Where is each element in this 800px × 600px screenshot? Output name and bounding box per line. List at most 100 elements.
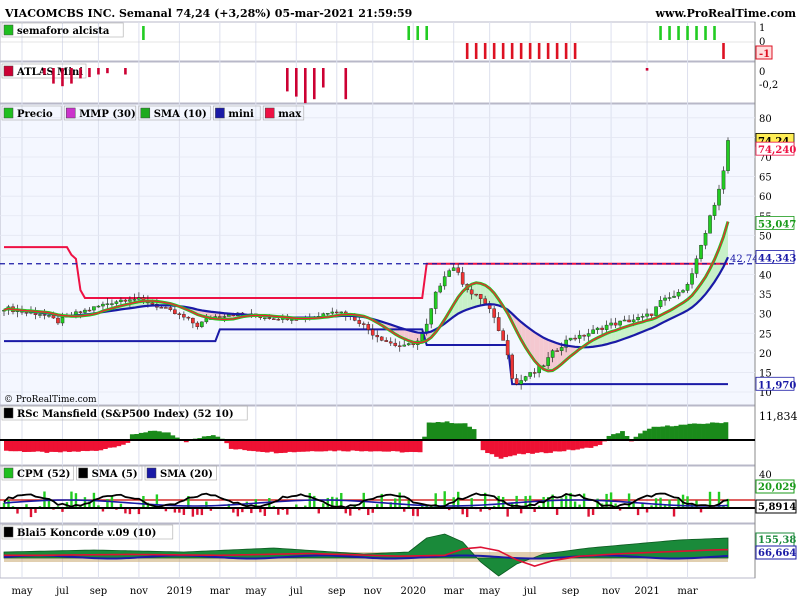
atlas-bar [344,68,348,100]
candle-body [685,284,690,291]
atlas-bar [294,68,298,97]
atlas-bar [645,68,649,71]
x-tick-label: mar [677,586,697,597]
candle-body [460,272,465,285]
value-badge-label: 74,240 [758,145,796,156]
cpm-bar [398,492,401,508]
atlas-bar [61,68,64,87]
mansfield-bar [530,440,535,454]
candle-body [456,267,460,273]
candle-body [636,317,640,321]
y-tick-label: 65 [759,173,772,184]
candle-body [514,378,519,385]
candle-body [582,334,586,337]
mansfield-bar [471,429,477,440]
candle-body [717,188,721,206]
candle-body [182,314,186,318]
x-tick-label: nov [130,586,148,597]
semaforo-red-bar [519,43,523,59]
mansfield-bar [651,426,657,440]
candle-body [694,258,699,274]
candle-body [690,273,694,285]
mansfield-bar [8,440,14,452]
candle-body [105,303,110,305]
mansfield-bar [467,426,472,440]
y-tick-label: 25 [759,329,772,340]
legend-label: Blai5 Koncorde v.09 (10) [17,528,156,539]
mansfield-bar [498,440,504,459]
mansfield-bar [341,440,347,452]
mansfield-bar [507,440,513,457]
panel-semaforo [0,21,756,62]
mansfield-bar [719,423,724,440]
cpm-bar [263,508,267,516]
mansfield-bar [723,422,729,440]
candle-body [123,299,128,302]
semaforo-green-bar [695,26,698,40]
candle-body [92,306,96,311]
mansfield-bar [485,440,490,454]
atlas-bar [124,68,127,75]
candle-body [87,309,92,312]
atlas-bar [97,68,100,75]
candle-body [424,323,429,333]
legend-label: RSc Mansfield (S&P500 Index) (52 10) [17,409,234,420]
atlas-bar [321,68,325,88]
panel-atlas [0,61,756,104]
legend-label: Precio [17,109,53,120]
cpm-bar [564,495,568,508]
mansfield-bar [296,440,302,452]
candle-body [442,276,447,287]
candle-body [721,170,726,190]
candle-body [447,270,451,277]
y-tick-label: 60 [759,192,772,203]
candle-body [159,307,164,309]
candle-body [699,245,703,259]
y-tick-label: 1 [759,23,765,34]
mansfield-bar [561,440,567,452]
mansfield-bar [30,440,36,452]
candle-body [474,293,478,296]
mansfield-bar [566,440,571,450]
cpm-bar [627,493,631,508]
candle-body [681,290,685,293]
x-tick-label: mar [210,586,230,597]
candle-body [433,291,438,309]
candle-body [173,309,177,315]
atlas-bar [52,68,55,84]
mansfield-bar [273,440,279,454]
candle-body [375,334,380,338]
mansfield-bar [404,440,410,453]
candle-body [510,354,514,379]
semaforo-red-bar [722,43,725,59]
value-badge-label: 11,970 [758,380,796,391]
mansfield-bar [309,440,315,452]
mansfield-bar [156,431,162,440]
candle-body [186,316,191,319]
mansfield-bar [462,423,468,440]
mansfield-bar [305,440,311,452]
semaforo-green-bar [686,26,689,40]
y-tick-label: 80 [759,114,772,125]
candle-body [595,327,600,331]
candle-body [654,306,658,316]
y-tick-label: -0,2 [759,80,778,91]
candle-body [523,376,528,381]
semaforo-green-bar [713,26,716,40]
mansfield-bar [363,440,369,452]
candle-body [600,327,604,330]
mansfield-bar [417,440,423,453]
candle-body [388,341,393,344]
mansfield-bar [278,440,284,454]
mansfield-bar [269,440,275,452]
semaforo-red-bar [501,43,505,59]
candle-body [609,322,613,326]
candle-body [96,305,101,308]
candle-body [339,311,344,314]
mansfield-bar [516,440,522,454]
x-tick-label: jul [289,586,303,597]
mansfield-bar [39,440,45,452]
candle-body [402,344,407,347]
candle-body [645,313,649,317]
cpm-bar [506,508,509,517]
